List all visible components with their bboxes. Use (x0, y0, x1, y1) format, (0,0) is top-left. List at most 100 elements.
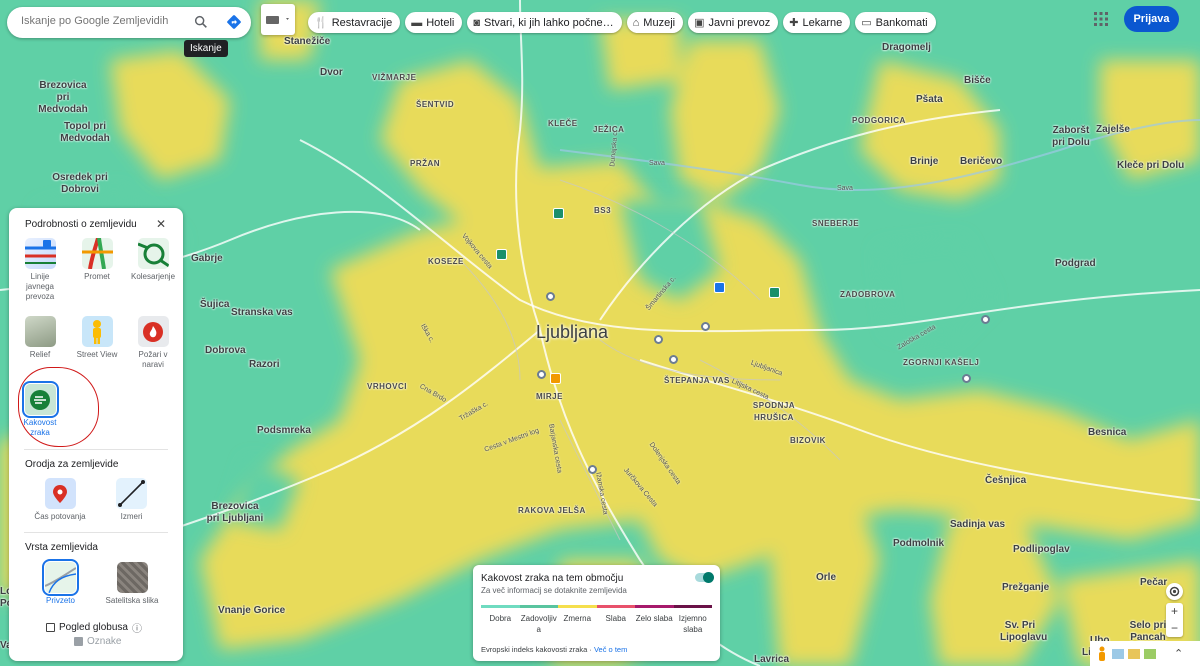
legend-category: Slaba (605, 614, 626, 623)
layer-thumb-icon[interactable] (1112, 648, 1124, 659)
place-label: Stanežiče (284, 36, 331, 47)
tool-travel-time[interactable]: Čas potovanja (29, 478, 91, 522)
keyboard-icon (266, 16, 289, 24)
place-label: PRŽAN (410, 159, 441, 168)
landmark-icon[interactable] (714, 282, 725, 293)
map-type-default[interactable]: Privzeto (38, 559, 83, 606)
transit-stop-icon[interactable] (769, 287, 780, 298)
legend-swatch (558, 605, 597, 608)
annotation-circle (18, 367, 99, 447)
place-label: MIRJE (536, 392, 563, 401)
chip-restaurants[interactable]: 🍴 Restavracije (308, 12, 401, 33)
place-label: VIŽMARJE (372, 73, 417, 82)
transit-stop-icon[interactable] (496, 249, 507, 260)
place-label: Brezovica pri Ljubljani (206, 501, 264, 524)
chip-hotels[interactable]: ▬ Hoteli (405, 12, 463, 33)
apps-grid-icon[interactable] (1093, 11, 1109, 27)
place-label: Brezovica pri Medvodah (38, 80, 88, 115)
legend-title: Kakovost zraka na tem območju (481, 573, 624, 584)
pegman-icon[interactable] (1096, 646, 1108, 662)
learn-more-link[interactable]: Več o tem (594, 645, 627, 654)
bus-stop-icon[interactable] (588, 465, 597, 474)
bus-stop-icon[interactable] (537, 370, 546, 379)
air-quality-legend[interactable]: Kakovost zraka na tem območju Za več inf… (473, 565, 720, 661)
travel-time-icon (44, 478, 76, 509)
chip-things-to-do[interactable]: ◙ Stvari, ki jih lahko počne… (467, 12, 622, 33)
legend-category: Zelo slaba (635, 614, 673, 623)
place-label: Dvor (320, 67, 343, 78)
checkbox[interactable] (74, 637, 83, 646)
place-label: Prežganje (1002, 582, 1050, 593)
biking-layer-icon (137, 238, 169, 269)
legend-toggle[interactable] (695, 572, 714, 583)
place-label: Šujica (200, 299, 230, 310)
legend-category: Zadovoljiv a (520, 614, 557, 634)
zoom-controls: + − (1166, 603, 1183, 637)
zoom-out-button[interactable]: − (1166, 620, 1183, 637)
fuel-station-icon[interactable] (550, 373, 561, 384)
search-tooltip: Iskanje (184, 40, 228, 57)
fire-icon (143, 321, 163, 342)
my-location-icon (1169, 586, 1180, 597)
legend-subtitle: Za več informacij se dotaknite zemljevid… (481, 586, 627, 595)
layer-thumb-icon[interactable] (1144, 648, 1156, 659)
layer-wildfires[interactable]: Požari v naravi (129, 316, 177, 370)
chip-museums[interactable]: ⌂ Muzeji (626, 12, 684, 33)
bus-stop-icon[interactable] (669, 355, 678, 364)
globe-view-toggle[interactable]: Pogled globusa ⓘ (46, 620, 142, 635)
legend-swatch (481, 605, 520, 608)
bus-stop-icon[interactable] (981, 315, 990, 324)
transit-layer-icon (24, 238, 56, 269)
place-label: Pečar (1140, 577, 1168, 588)
layer-traffic[interactable]: Promet (73, 238, 121, 282)
layer-terrain[interactable]: Relief (19, 316, 61, 360)
layer-street-view[interactable]: Street View (73, 316, 121, 360)
tools-title: Orodja za zemljevide (25, 459, 119, 470)
bus-stop-icon[interactable] (654, 335, 663, 344)
terrain-icon (24, 316, 56, 347)
zoom-in-button[interactable]: + (1166, 603, 1183, 620)
place-label: Zajelše (1096, 124, 1130, 135)
pharmacy-icon: ✚ (789, 17, 799, 29)
atm-icon: ▭ (861, 17, 872, 29)
bus-stop-icon[interactable] (701, 322, 710, 331)
place-label: Kleče pri Dolu (1117, 160, 1185, 171)
checkbox[interactable] (46, 623, 55, 632)
chip-transit[interactable]: ▣ Javni prevoz (688, 12, 779, 33)
street-view-icon (81, 316, 113, 347)
place-label: Podlipoglav (1013, 544, 1070, 555)
default-map-icon (42, 559, 79, 596)
help-icon[interactable]: ⓘ (132, 620, 142, 635)
search-input[interactable] (21, 15, 181, 27)
bus-stop-icon[interactable] (962, 374, 971, 383)
layers-toggle-button[interactable] (261, 4, 295, 35)
layer-biking[interactable]: Kolesarjenje (129, 238, 177, 282)
place-label: Beričevo (960, 156, 1003, 167)
search-icon[interactable] (193, 14, 209, 30)
close-icon[interactable]: ✕ (156, 217, 166, 231)
my-location-button[interactable] (1166, 583, 1183, 600)
transit-stop-icon[interactable] (553, 208, 564, 219)
expand-icon[interactable]: ⌃ (1174, 647, 1183, 660)
layer-thumb-icon[interactable] (1128, 648, 1140, 659)
bus-stop-icon[interactable] (546, 292, 555, 301)
legend-swatch (519, 605, 558, 608)
place-label: Sadinja vas (950, 519, 1006, 530)
layer-transit[interactable]: Linije javnega prevoza (19, 238, 61, 302)
search-box (7, 7, 251, 38)
directions-icon[interactable] (225, 13, 243, 31)
labels-toggle[interactable]: Oznake (74, 636, 121, 647)
legend-categories: Dobra Zadovoljiv a Zmerna Slaba Zelo slaba Iz… (481, 613, 712, 635)
chip-pharmacies[interactable]: ✚ Lekarne (783, 12, 851, 33)
transit-icon: ▣ (694, 17, 705, 29)
tool-measure[interactable]: Izmeri (109, 478, 154, 522)
sign-in-button[interactable]: Prijava (1124, 6, 1179, 32)
place-label: Češnjica (985, 475, 1027, 486)
map-type-satellite[interactable]: Satelitska slika (101, 562, 163, 606)
legend-color-bar (481, 605, 712, 608)
place-label: Orle (816, 572, 837, 583)
place-label: Zaboršt pri Dolu (1052, 125, 1090, 148)
chip-atms[interactable]: ▭ Bankomati (855, 12, 936, 33)
place-label: Gabrje (191, 253, 223, 264)
place-label: Dragomelj (882, 42, 931, 53)
